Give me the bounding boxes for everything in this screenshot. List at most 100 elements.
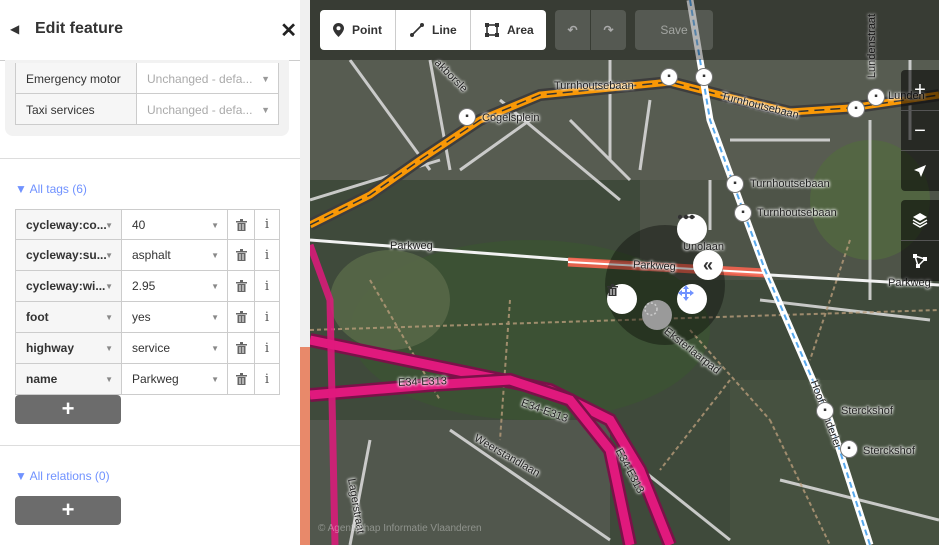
tag-value-input[interactable]: asphalt ▼ bbox=[122, 240, 228, 270]
delete-tag-button[interactable] bbox=[228, 210, 255, 239]
tag-row: cycleway:co... ▼ 40 ▼ i bbox=[15, 209, 280, 240]
field-row-taxi: Taxi services Unchanged - defa... ▼ bbox=[16, 93, 278, 124]
place-label: Sterckshof bbox=[863, 445, 915, 457]
bus-stop-icon[interactable]: ▪ bbox=[726, 175, 744, 193]
minus-icon: − bbox=[914, 119, 926, 142]
back-icon[interactable]: ◀ bbox=[10, 22, 19, 36]
map-canvas[interactable]: Turnhoutsebaan Turnhoutsebaan Lunden Lun… bbox=[310, 0, 939, 545]
bus-stop-icon[interactable]: ▪ bbox=[695, 68, 713, 86]
trash-icon bbox=[235, 311, 247, 323]
road-label: Parkweg bbox=[632, 258, 677, 274]
undo-button[interactable]: ↶ bbox=[555, 10, 590, 50]
field-label: Emergency motor bbox=[16, 63, 137, 93]
delete-tag-button[interactable] bbox=[228, 271, 255, 301]
zoom-in-button[interactable]: + bbox=[901, 70, 939, 110]
tag-key-input[interactable]: cycleway:co... ▼ bbox=[16, 210, 122, 239]
add-relation-button[interactable]: + bbox=[15, 496, 121, 525]
road-label: Turnhoutsebaan bbox=[554, 80, 634, 92]
delete-tag-button[interactable] bbox=[228, 240, 255, 270]
chevron-double-left-icon: « bbox=[702, 254, 713, 275]
geolocate-button[interactable] bbox=[901, 150, 939, 191]
continue-icon bbox=[677, 214, 695, 220]
disconnect-button[interactable]: « bbox=[693, 250, 723, 280]
place-label: Sterckshof bbox=[841, 405, 893, 417]
delete-tag-button[interactable] bbox=[228, 333, 255, 363]
zoom-out-button[interactable]: − bbox=[901, 110, 939, 151]
tag-info-button[interactable]: i bbox=[255, 271, 279, 301]
tag-key: cycleway:su... bbox=[26, 248, 107, 262]
chevron-down-icon: ▼ bbox=[211, 251, 219, 260]
map-data-button[interactable] bbox=[901, 240, 939, 281]
divider bbox=[0, 445, 300, 446]
line-icon bbox=[410, 23, 424, 37]
tag-value: Parkweg bbox=[132, 372, 179, 386]
tag-key-input[interactable]: highway ▼ bbox=[16, 333, 122, 363]
continue-button[interactable] bbox=[677, 214, 707, 244]
add-point-button[interactable]: Point bbox=[320, 10, 395, 50]
redo-button[interactable]: ↷ bbox=[591, 10, 626, 50]
area-label: Area bbox=[507, 23, 534, 37]
stop-label: Turnhoutsebaan bbox=[750, 178, 830, 190]
tag-value-input[interactable]: service ▼ bbox=[122, 333, 228, 363]
bus-stop-icon[interactable]: ▪ bbox=[816, 402, 834, 420]
chevron-down-icon: ▼ bbox=[105, 282, 113, 291]
chevron-down-icon: ▼ bbox=[105, 313, 113, 322]
tag-row: highway ▼ service ▼ i bbox=[15, 333, 280, 364]
tag-info-button[interactable]: i bbox=[255, 240, 279, 270]
bus-stop-icon[interactable]: ▪ bbox=[660, 68, 678, 86]
tag-key-input[interactable]: cycleway:su... ▼ bbox=[16, 240, 122, 270]
chevron-down-icon: ▼ bbox=[261, 105, 270, 115]
tag-value: 2.95 bbox=[132, 279, 156, 293]
delete-tag-button[interactable] bbox=[228, 302, 255, 332]
chevron-down-icon: ▼ bbox=[105, 344, 113, 353]
bus-stop-icon[interactable]: ▪ bbox=[867, 88, 885, 106]
close-icon[interactable]: ✕ bbox=[280, 18, 297, 43]
tag-info-button[interactable]: i bbox=[255, 302, 279, 332]
taxi-combo[interactable]: Unchanged - defa... ▼ bbox=[137, 94, 278, 124]
info-icon: i bbox=[264, 340, 270, 356]
delete-tag-button[interactable] bbox=[228, 364, 255, 394]
all-relations-toggle[interactable]: ▼ All relations (0) bbox=[15, 469, 110, 483]
tag-key-input[interactable]: name ▼ bbox=[16, 364, 122, 394]
bus-stop-icon[interactable]: ▪ bbox=[847, 100, 865, 118]
tag-value-input[interactable]: yes ▼ bbox=[122, 302, 228, 332]
location-arrow-icon bbox=[914, 165, 926, 177]
tag-info-button[interactable]: i bbox=[255, 364, 279, 394]
circularize-button[interactable] bbox=[642, 300, 672, 330]
add-line-button[interactable]: Line bbox=[395, 10, 470, 50]
tag-value-input[interactable]: 40 ▼ bbox=[122, 210, 228, 239]
emergency-combo[interactable]: Unchanged - defa... ▼ bbox=[137, 63, 278, 93]
delete-feature-button[interactable] bbox=[607, 284, 637, 314]
chevron-down-icon: ▼ bbox=[105, 221, 113, 230]
bus-stop-icon[interactable]: ▪ bbox=[734, 204, 752, 222]
area-icon bbox=[485, 23, 499, 37]
chevron-down-icon: ▼ bbox=[105, 375, 113, 384]
tag-value: service bbox=[132, 341, 171, 355]
tag-key-input[interactable]: foot ▼ bbox=[16, 302, 122, 332]
bus-stop-icon[interactable]: ▪ bbox=[840, 440, 858, 458]
sidebar-resizer[interactable] bbox=[300, 347, 310, 545]
info-icon: i bbox=[264, 309, 270, 325]
fields-section: Emergency motor Unchanged - defa... ▼ Tax… bbox=[5, 60, 289, 136]
tag-info-button[interactable]: i bbox=[255, 333, 279, 363]
chevron-down-icon: ▼ bbox=[211, 344, 219, 353]
trash-icon bbox=[235, 373, 247, 385]
tag-value-input[interactable]: Parkweg ▼ bbox=[122, 364, 228, 394]
layers-icon bbox=[912, 213, 928, 228]
page-title: Edit feature bbox=[35, 20, 124, 37]
relations-heading: All relations (0) bbox=[29, 469, 110, 483]
add-tag-button[interactable]: + bbox=[15, 395, 121, 424]
bus-stop-icon[interactable]: ▪ bbox=[458, 108, 476, 126]
tag-key-input[interactable]: cycleway:wi... ▼ bbox=[16, 271, 122, 301]
point-icon bbox=[333, 23, 344, 37]
all-tags-toggle[interactable]: ▼ All tags (6) bbox=[15, 182, 87, 196]
background-layers-button[interactable] bbox=[901, 200, 939, 240]
tag-info-button[interactable]: i bbox=[255, 210, 279, 239]
move-button[interactable] bbox=[677, 284, 707, 314]
tag-value-input[interactable]: 2.95 ▼ bbox=[122, 271, 228, 301]
tag-value: 40 bbox=[132, 218, 146, 232]
save-button[interactable]: Save bbox=[635, 10, 713, 50]
point-label: Point bbox=[352, 23, 382, 37]
trash-icon bbox=[235, 218, 247, 231]
add-area-button[interactable]: Area bbox=[470, 10, 546, 50]
